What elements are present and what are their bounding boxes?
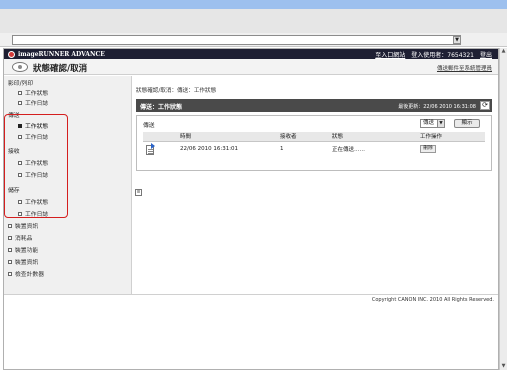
bullet-icon [8, 271, 12, 276]
table-row: 22/06 2010 16:31:01 1 正在傳送…… 刪除 [143, 141, 485, 157]
filter-select[interactable]: 傳送 ▼ [420, 119, 445, 128]
col-header-recipient: 接收者 [277, 132, 329, 142]
chevron-down-icon: ▼ [437, 120, 444, 127]
portal-link[interactable]: 至入口網站 [375, 50, 405, 59]
bullet-icon [18, 100, 22, 105]
jobs-table: 時間 接收者 狀態 工作操作 22/06 2010 16:31:01 1 正在傳… [143, 132, 485, 157]
col-header-time: 時間 [177, 132, 277, 142]
logout-link[interactable]: 登出 [480, 50, 492, 59]
title-bar: 狀態確認/取消 傳送郵件至系統管理員 [4, 59, 498, 75]
mail-admin-link[interactable]: 傳送郵件至系統管理員 [437, 64, 492, 72]
vertical-scrollbar[interactable]: ▲ ▼ [499, 48, 507, 370]
sidebar-item-check-counter[interactable]: 檢查計數器 [8, 269, 44, 278]
status-monitor-icon [12, 62, 28, 72]
header-links: 至入口網站 登入使用者：7654321 登出 [375, 50, 492, 59]
cell-status: 正在傳送…… [332, 147, 366, 154]
sidebar-item-copy-job-log[interactable]: 工作日誌 [18, 98, 48, 107]
address-dropdown-icon[interactable]: ▼ [453, 36, 461, 44]
refresh-icon[interactable]: ⟳ [480, 101, 490, 110]
scroll-down-icon[interactable]: ▼ [500, 363, 507, 370]
cell-recipient: 1 [280, 146, 284, 153]
scroll-up-icon[interactable]: ▲ [500, 48, 507, 55]
table-header-row: 時間 接收者 狀態 工作操作 [143, 132, 485, 142]
delete-button[interactable]: 刪除 [420, 145, 436, 154]
show-button[interactable]: 顯示 [454, 119, 480, 128]
bullet-icon [18, 90, 22, 95]
bullet-icon [8, 247, 12, 252]
copyright-text: Copyright CANON INC. 2010 All Rights Res… [371, 297, 494, 303]
cell-action: 刪除 [417, 141, 485, 157]
brand: imageRUNNER ADVANCE [8, 50, 105, 58]
highlight-annotation [4, 114, 68, 218]
footer-divider [4, 294, 498, 295]
cell-icon [143, 141, 177, 157]
filter-label: 傳送 [143, 123, 155, 129]
sidebar-item-device-info[interactable]: 裝置資訊 [8, 221, 38, 230]
col-header-icon [143, 132, 177, 142]
filter-selected-value: 傳送 [423, 120, 435, 126]
login-user-text: 登入使用者：7654321 [411, 51, 474, 59]
sidebar-item-device-info-2[interactable]: 裝置資訊 [8, 257, 38, 266]
col-header-action: 工作操作 [417, 132, 485, 142]
canon-logo-icon [8, 50, 15, 58]
col-header-status: 狀態 [329, 132, 417, 142]
job-list-panel: 傳送 傳送 ▼ 顯示 時間 接收者 狀態 工作操作 22/06 2010 16:… [136, 115, 492, 171]
browser-toolbar [0, 9, 507, 33]
page-title: 狀態確認/取消 [33, 64, 88, 74]
panel-header: 傳送：工作狀態 最後更新：22/06 2010 16:31:08 ⟳ [136, 99, 492, 112]
bullet-icon [8, 259, 12, 264]
web-page: imageRUNNER ADVANCE 至入口網站 登入使用者：7654321 … [3, 48, 499, 370]
browser-title-strip [0, 0, 507, 9]
breadcrumb: 狀態確認/取消：傳送：工作狀態 [136, 88, 217, 94]
sidebar-item-device-features[interactable]: 裝置功能 [8, 245, 38, 254]
address-input[interactable] [12, 35, 461, 45]
sidebar-item-copy-job-status[interactable]: 工作狀態 [18, 88, 48, 97]
last-update-text: 最後更新：22/06 2010 16:31:08 [398, 104, 476, 110]
panel-title: 傳送：工作狀態 [140, 104, 183, 111]
sidebar-item-consumables[interactable]: 消耗品 [8, 233, 32, 242]
top-header: imageRUNNER ADVANCE 至入口網站 登入使用者：7654321 … [4, 49, 498, 59]
collapse-sidebar-icon[interactable]: ≡ [135, 189, 142, 196]
send-document-icon [146, 143, 156, 156]
brand-name: imageRUNNER ADVANCE [18, 50, 105, 58]
bullet-icon [8, 235, 12, 240]
cell-time: 22/06 2010 16:31:01 [180, 146, 239, 153]
sidebar-heading-copy-print: 影印/列印 [8, 81, 34, 87]
bullet-icon [8, 223, 12, 228]
